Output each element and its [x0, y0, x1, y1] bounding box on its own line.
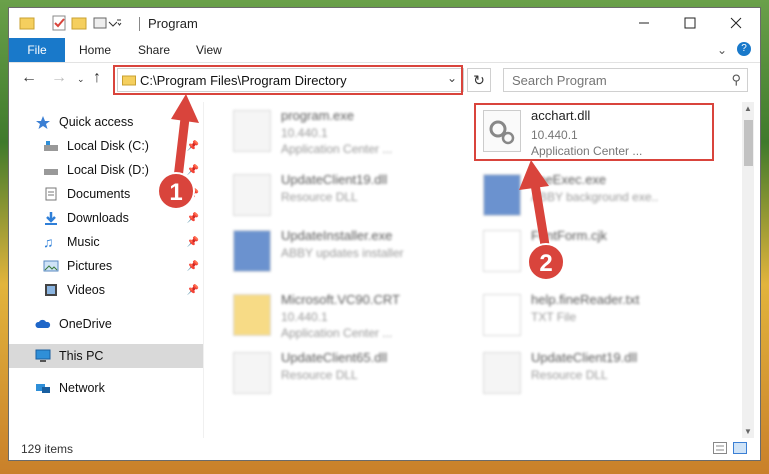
step-badge-2: 2 [527, 243, 565, 281]
step-badge-1: 1 [157, 172, 195, 210]
annotation-arrows [171, 94, 550, 250]
